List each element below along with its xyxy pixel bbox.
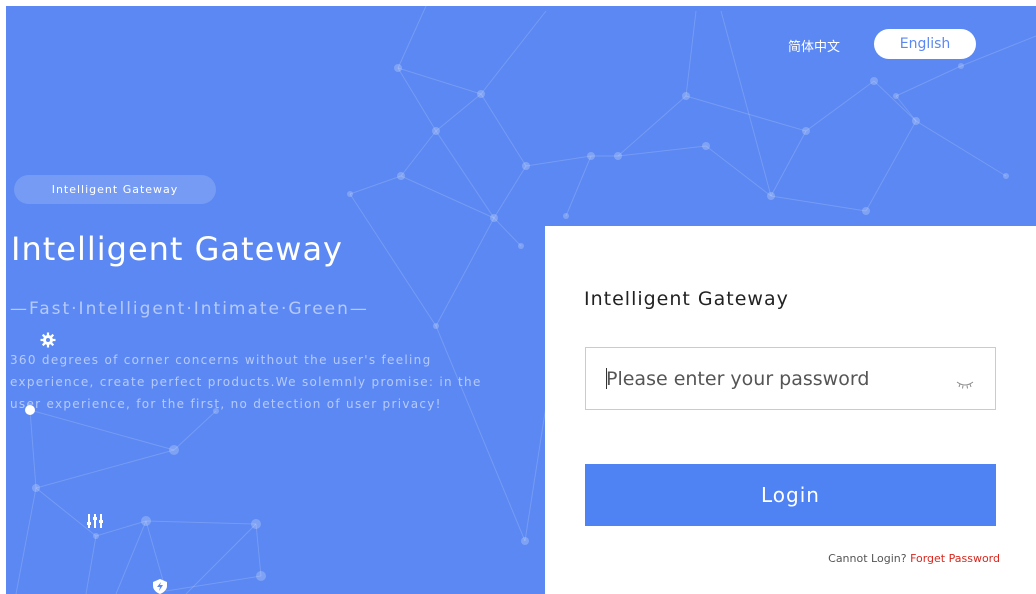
eye-closed-icon[interactable] xyxy=(956,374,974,389)
cannot-login-label: Cannot Login? xyxy=(828,552,907,565)
login-help: Cannot Login? Forget Password xyxy=(828,552,1000,565)
login-page: 简体中文 English Intelligent Gateway Intelli… xyxy=(6,6,1036,594)
text-caret xyxy=(606,368,607,389)
password-field xyxy=(585,347,996,410)
hero-description: 360 degrees of corner concerns without t… xyxy=(10,353,482,411)
password-input[interactable] xyxy=(586,348,946,409)
hero-title: Intelligent Gateway xyxy=(11,230,343,268)
hero-badge: Intelligent Gateway xyxy=(14,175,216,204)
forget-password-link[interactable]: Forget Password xyxy=(910,552,1000,565)
language-chinese-link[interactable]: 简体中文 xyxy=(788,36,840,55)
login-card: Intelligent Gateway Login Cannot Login? xyxy=(545,226,1036,594)
sliders-icon xyxy=(86,513,104,532)
login-button[interactable]: Login xyxy=(585,464,996,526)
hero-slogan: —Fast·Intelligent·Intimate·Green— xyxy=(10,299,369,319)
language-english-button[interactable]: English xyxy=(874,29,976,59)
login-card-title: Intelligent Gateway xyxy=(584,288,789,310)
shield-bolt-icon xyxy=(152,578,168,594)
